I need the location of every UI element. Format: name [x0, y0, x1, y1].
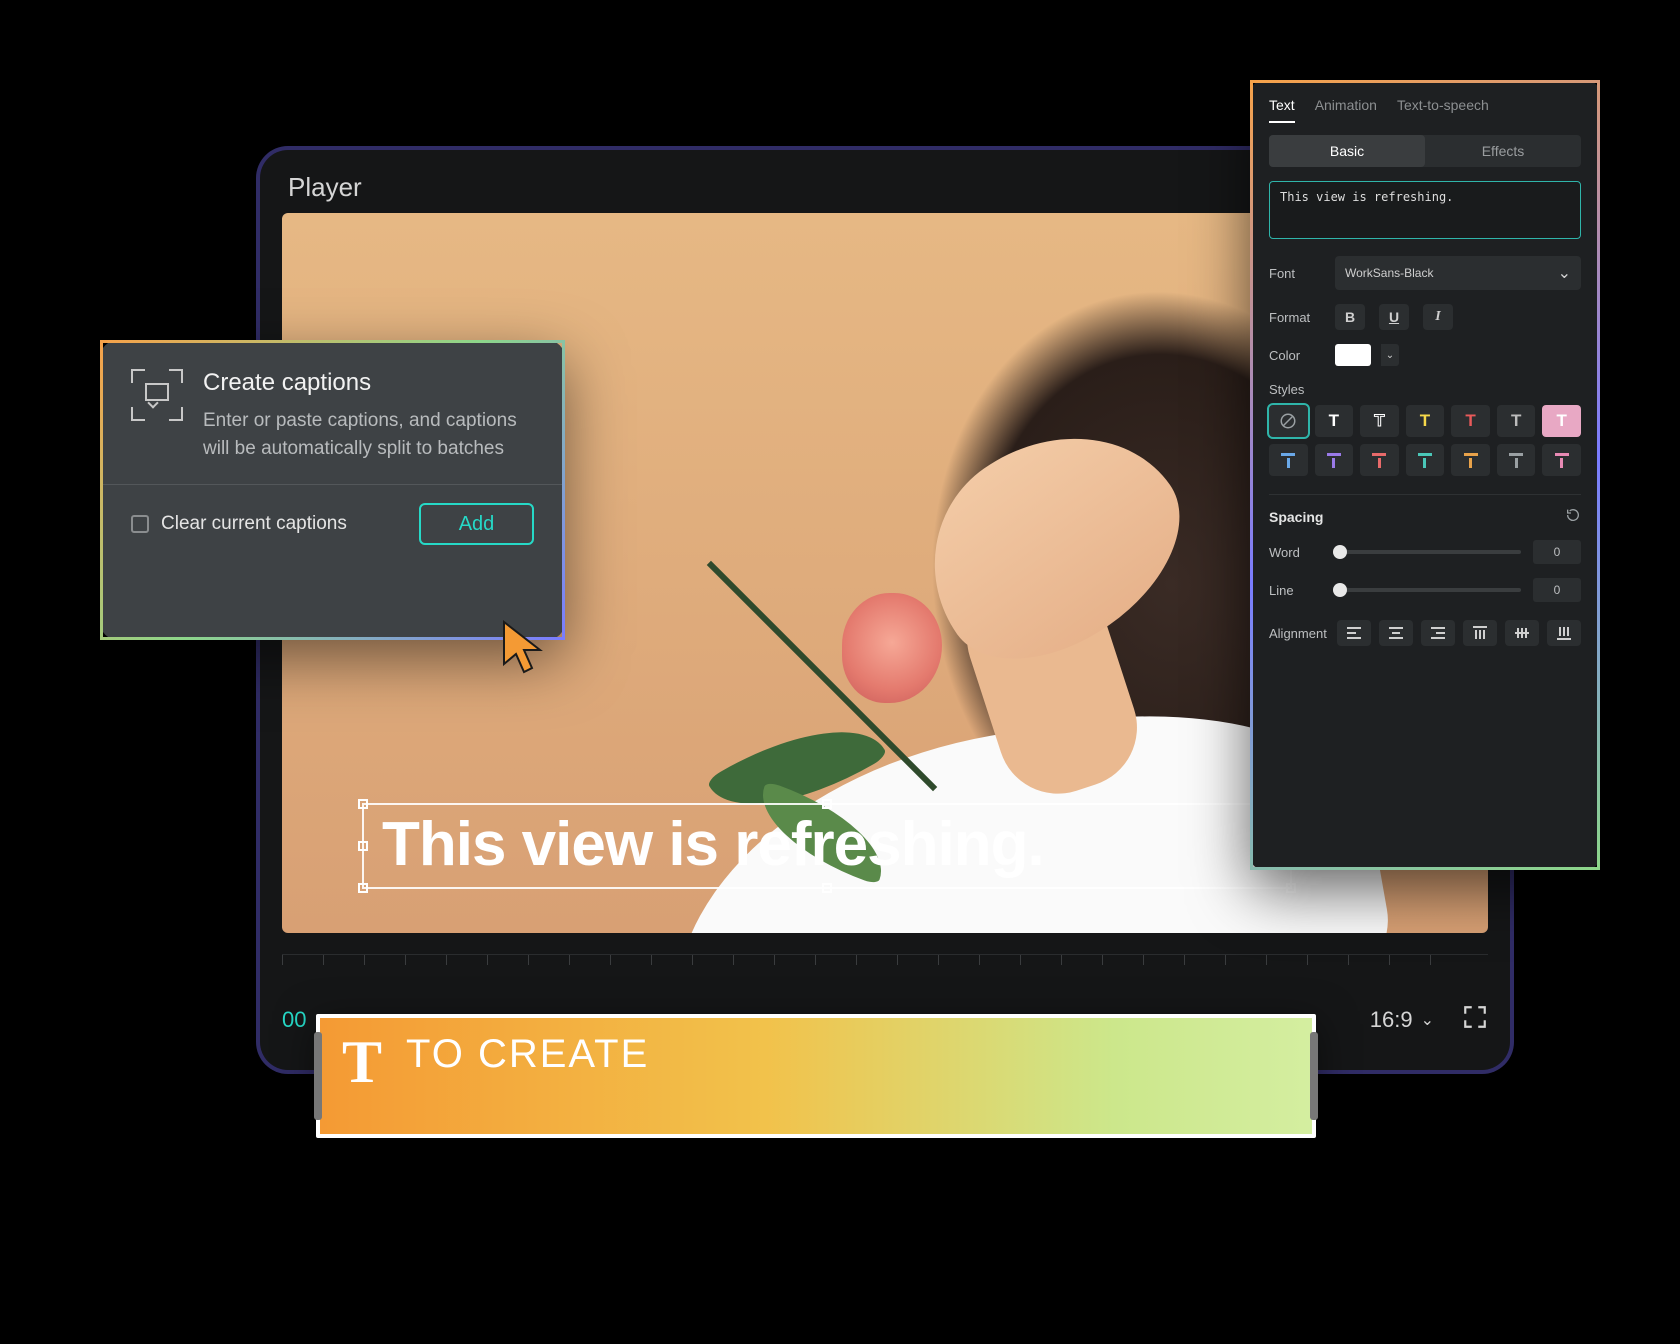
styles-grid: T T T T T T	[1269, 405, 1581, 476]
chevron-down-icon: ⌄	[1558, 263, 1571, 283]
text-inspector-panel: Text Animation Text-to-speech Basic Effe…	[1250, 80, 1600, 870]
align-left-icon	[1346, 626, 1362, 640]
font-label: Font	[1269, 266, 1321, 281]
style-preset[interactable]: T	[1315, 405, 1354, 437]
divider	[103, 484, 562, 485]
timeline-ruler[interactable]	[282, 954, 1488, 984]
color-dropdown[interactable]: ⌄	[1381, 344, 1399, 366]
clear-captions-checkbox[interactable]: Clear current captions	[131, 513, 347, 535]
chevron-down-icon: ⌄	[1386, 350, 1394, 361]
clip-trim-handle-right[interactable]	[1310, 1032, 1318, 1120]
align-left-button[interactable]	[1337, 620, 1371, 646]
tab-text-to-speech[interactable]: Text-to-speech	[1397, 97, 1489, 123]
style-preset[interactable]: T	[1497, 405, 1536, 437]
fullscreen-icon	[1462, 1004, 1488, 1030]
align-bottom-icon	[1556, 626, 1572, 640]
tab-animation[interactable]: Animation	[1315, 97, 1377, 123]
align-center-button[interactable]	[1379, 620, 1413, 646]
style-preset[interactable]: T	[1360, 405, 1399, 437]
underline-button[interactable]: U	[1379, 304, 1409, 330]
chevron-down-icon: ⌄	[1421, 1010, 1434, 1030]
font-select[interactable]: WorkSans-Black ⌄	[1335, 256, 1581, 290]
slider-knob[interactable]	[1333, 583, 1347, 597]
line-spacing-slider[interactable]	[1333, 588, 1521, 592]
dialog-title: Create captions	[203, 369, 534, 397]
style-preset[interactable]: T	[1542, 405, 1581, 437]
style-preset[interactable]	[1542, 444, 1581, 476]
format-label: Format	[1269, 310, 1321, 325]
timeline-clip[interactable]: T TO CREATE	[316, 1014, 1316, 1138]
reset-spacing-button[interactable]	[1565, 507, 1581, 526]
resize-handle[interactable]	[822, 883, 832, 893]
aspect-ratio-button[interactable]: 16:9 ⌄	[1370, 1007, 1434, 1033]
align-right-icon	[1430, 626, 1446, 640]
font-value: WorkSans-Black	[1345, 266, 1433, 280]
resize-handle[interactable]	[358, 799, 368, 809]
italic-button[interactable]: I	[1423, 304, 1453, 330]
segment-effects[interactable]: Effects	[1425, 135, 1581, 167]
text-clip-icon: T	[342, 1032, 382, 1092]
word-spacing-slider[interactable]	[1333, 550, 1521, 554]
reset-icon	[1565, 507, 1581, 523]
bold-button[interactable]: B	[1335, 304, 1365, 330]
style-preset[interactable]: T	[1451, 405, 1490, 437]
styles-label: Styles	[1269, 382, 1581, 397]
style-preset[interactable]	[1406, 444, 1445, 476]
aspect-ratio-value: 16:9	[1370, 1007, 1413, 1033]
create-captions-dialog: Create captions Enter or paste captions,…	[100, 340, 565, 640]
alignment-label: Alignment	[1269, 626, 1329, 641]
style-preset[interactable]	[1497, 444, 1536, 476]
resize-handle[interactable]	[358, 841, 368, 851]
style-preset[interactable]	[1451, 444, 1490, 476]
style-preset[interactable]	[1269, 444, 1308, 476]
spacing-label: Spacing	[1269, 509, 1323, 525]
align-middle-icon	[1514, 626, 1530, 640]
caption-text-input[interactable]	[1269, 181, 1581, 239]
word-spacing-label: Word	[1269, 545, 1321, 560]
line-spacing-label: Line	[1269, 583, 1321, 598]
color-swatch[interactable]	[1335, 344, 1371, 366]
align-center-icon	[1388, 626, 1404, 640]
resize-handle[interactable]	[822, 799, 832, 809]
fullscreen-button[interactable]	[1462, 1004, 1488, 1035]
align-top-icon	[1472, 626, 1488, 640]
resize-handle[interactable]	[358, 883, 368, 893]
checkbox-icon	[131, 515, 149, 533]
timestamp: 00	[282, 1007, 306, 1033]
style-none[interactable]	[1269, 405, 1308, 437]
clip-label: TO CREATE	[406, 1032, 649, 1077]
align-bottom-button[interactable]	[1547, 620, 1581, 646]
resize-handle[interactable]	[1286, 883, 1296, 893]
cursor-icon	[500, 620, 550, 680]
segment-basic[interactable]: Basic	[1269, 135, 1425, 167]
clip-trim-handle-left[interactable]	[314, 1032, 322, 1120]
align-top-button[interactable]	[1463, 620, 1497, 646]
line-spacing-value[interactable]: 0	[1533, 578, 1581, 602]
none-icon	[1279, 412, 1297, 430]
dialog-description: Enter or paste captions, and captions wi…	[203, 407, 534, 462]
slider-knob[interactable]	[1333, 545, 1347, 559]
caption-text[interactable]: This view is refreshing.	[364, 805, 1290, 884]
tab-text[interactable]: Text	[1269, 97, 1295, 123]
caption-bounding-box[interactable]: This view is refreshing.	[362, 803, 1292, 889]
divider	[1269, 494, 1581, 495]
clear-captions-label: Clear current captions	[161, 513, 347, 535]
style-preset[interactable]	[1360, 444, 1399, 476]
align-right-button[interactable]	[1421, 620, 1455, 646]
caption-icon	[131, 369, 183, 421]
add-button[interactable]: Add	[419, 503, 534, 545]
word-spacing-value[interactable]: 0	[1533, 540, 1581, 564]
align-middle-button[interactable]	[1505, 620, 1539, 646]
style-preset[interactable]: T	[1406, 405, 1445, 437]
style-preset[interactable]	[1315, 444, 1354, 476]
color-label: Color	[1269, 348, 1321, 363]
